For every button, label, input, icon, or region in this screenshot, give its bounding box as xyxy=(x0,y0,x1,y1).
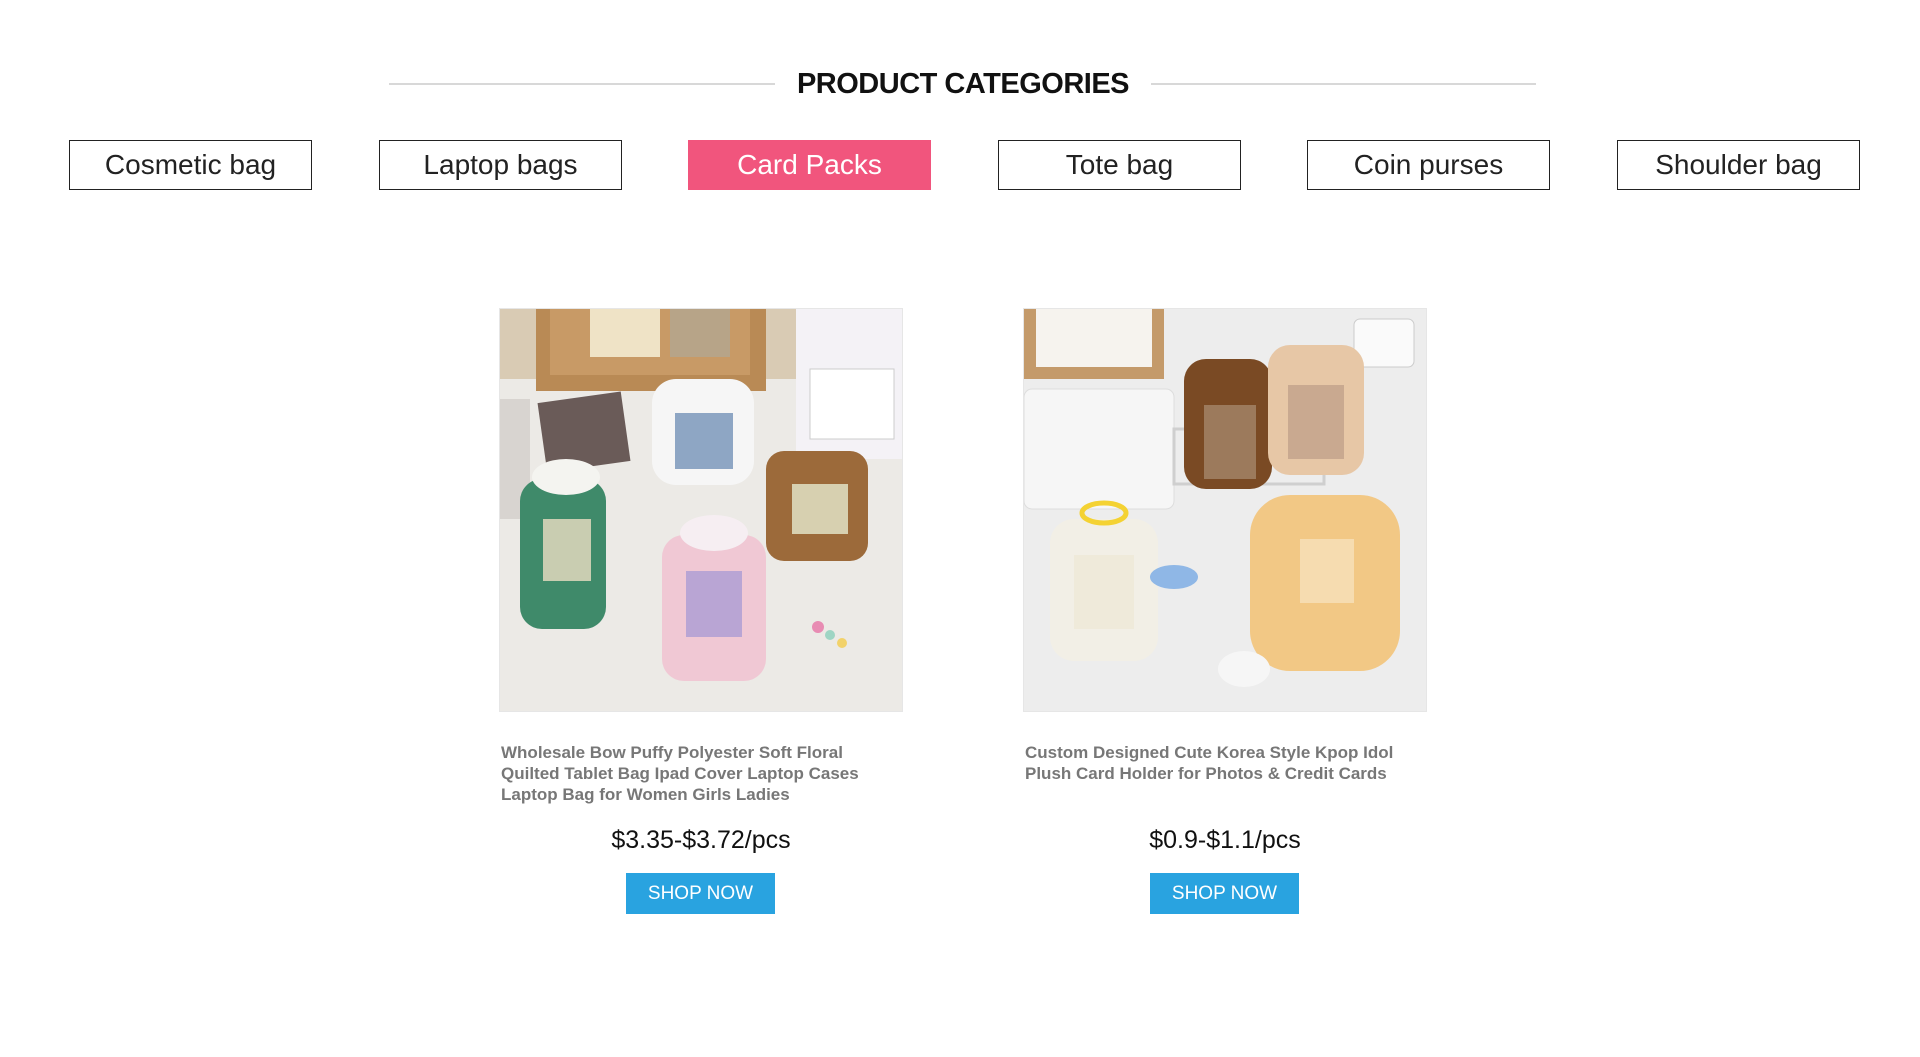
product-title[interactable]: Wholesale Bow Puffy Polyester Soft Flora… xyxy=(501,742,906,805)
category-tabs: Cosmetic bag Laptop bags Card Packs Tote… xyxy=(0,140,1920,190)
product-price: $3.35-$3.72/pcs xyxy=(611,826,791,854)
divider-left xyxy=(389,83,775,85)
product-image[interactable] xyxy=(499,308,903,712)
tab-cosmetic-bag[interactable]: Cosmetic bag xyxy=(69,140,312,190)
product-card: Wholesale Bow Puffy Polyester Soft Flora… xyxy=(499,308,903,805)
tab-card-packs[interactable]: Card Packs xyxy=(688,140,931,190)
shop-now-button[interactable]: SHOP NOW xyxy=(1150,873,1299,914)
shop-now-button[interactable]: SHOP NOW xyxy=(626,873,775,914)
product-price: $0.9-$1.1/pcs xyxy=(1149,826,1301,854)
product-card: Custom Designed Cute Korea Style Kpop Id… xyxy=(1023,308,1427,784)
tab-shoulder-bag[interactable]: Shoulder bag xyxy=(1617,140,1860,190)
divider-right xyxy=(1151,83,1536,85)
plush-holders-photo xyxy=(1024,309,1426,711)
product-title[interactable]: Custom Designed Cute Korea Style Kpop Id… xyxy=(1025,742,1430,784)
tab-coin-purses[interactable]: Coin purses xyxy=(1307,140,1550,190)
section-title: PRODUCT CATEGORIES xyxy=(796,68,1130,100)
section-header: PRODUCT CATEGORIES xyxy=(0,62,1920,106)
product-image[interactable] xyxy=(1023,308,1427,712)
tab-tote-bag[interactable]: Tote bag xyxy=(998,140,1241,190)
tab-laptop-bags[interactable]: Laptop bags xyxy=(379,140,622,190)
card-holders-photo xyxy=(500,309,902,711)
